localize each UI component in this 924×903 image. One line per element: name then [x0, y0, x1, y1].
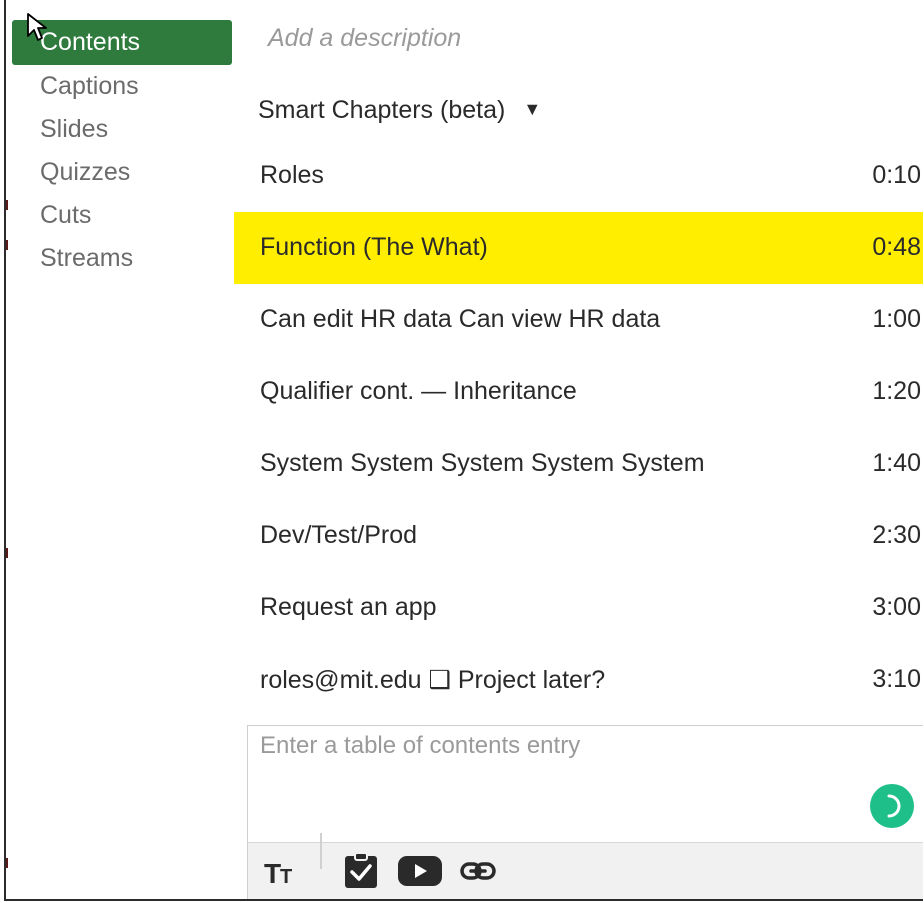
chapter-title: Function (The What): [260, 233, 488, 261]
chapter-time: 0:48: [872, 233, 921, 261]
sidebar-nav: Contents Captions Slides Quizzes Cuts St…: [12, 20, 232, 280]
chapter-time: 2:30: [872, 521, 921, 549]
smart-chapters-label: Smart Chapters (beta): [258, 96, 506, 124]
smart-chapters-dropdown[interactable]: Smart Chapters (beta) ▼: [258, 96, 541, 125]
left-marker: [6, 548, 8, 558]
sidebar-item-label: Streams: [40, 244, 134, 272]
chapter-list: Roles 0:10 Function (The What) 0:48 Can …: [234, 140, 923, 716]
sidebar-item-slides[interactable]: Slides: [12, 108, 232, 151]
sidebar-item-label: Slides: [40, 115, 109, 143]
sidebar-item-label: Captions: [40, 72, 139, 100]
svg-text:T: T: [264, 858, 281, 889]
chapter-time: 1:40: [872, 449, 921, 477]
sidebar-item-captions[interactable]: Captions: [12, 65, 232, 108]
sidebar-item-quizzes[interactable]: Quizzes: [12, 151, 232, 194]
link-icon[interactable]: [458, 853, 498, 889]
chapter-title: Qualifier cont. — Inheritance: [260, 377, 577, 405]
sidebar-item-streams[interactable]: Streams: [12, 237, 232, 280]
left-marker: [6, 858, 8, 868]
chapter-title: Request an app: [260, 593, 437, 621]
chapter-row[interactable]: Qualifier cont. — Inheritance 1:20: [234, 356, 923, 428]
chapter-row-selected[interactable]: Function (The What) 0:48: [234, 212, 923, 284]
description-field[interactable]: Add a description: [268, 24, 461, 53]
mouse-pointer-icon: [26, 12, 48, 47]
editor-toolbar: T T: [248, 833, 923, 899]
spinner-icon: [887, 794, 901, 818]
chapter-time: 0:10: [872, 161, 921, 189]
svg-text:T: T: [280, 866, 292, 888]
left-marker: [6, 240, 8, 250]
caret-down-icon: ▼: [523, 99, 542, 119]
chapter-row[interactable]: Can edit HR data Can view HR data 1:00: [234, 284, 923, 356]
submit-button[interactable]: [870, 784, 914, 828]
chapter-time: 1:20: [872, 377, 921, 405]
chapter-row[interactable]: Roles 0:10: [234, 140, 923, 212]
sidebar-item-cuts[interactable]: Cuts: [12, 194, 232, 237]
chapter-row[interactable]: System System System System System 1:40: [234, 428, 923, 500]
table-of-contents-panel: Contents Captions Slides Quizzes Cuts St…: [4, 0, 923, 901]
chapter-title: Roles: [260, 161, 324, 189]
checkbox-icon[interactable]: [342, 852, 380, 889]
chapter-time: 3:00: [872, 593, 921, 621]
toolbar-divider: [320, 833, 322, 869]
chapter-time: 3:10: [872, 665, 921, 693]
left-marker: [6, 200, 8, 210]
sidebar-item-label: Quizzes: [40, 158, 131, 186]
sidebar-item-label: Cuts: [40, 201, 92, 229]
toc-entry-editor: T T: [247, 725, 923, 899]
chapter-title: roles@mit.edu ❑ Project later?: [260, 666, 606, 694]
chapter-row[interactable]: Request an app 3:00: [234, 572, 923, 644]
chapter-title: Can edit HR data Can view HR data: [260, 305, 661, 333]
chapter-title: System System System System System: [260, 449, 705, 477]
chapter-title: Dev/Test/Prod: [260, 521, 418, 549]
chapter-time: 1:00: [872, 305, 921, 333]
sidebar-item-label: Contents: [40, 28, 141, 56]
chapter-row[interactable]: roles@mit.edu ❑ Project later? 3:10: [234, 644, 923, 716]
text-size-icon[interactable]: T T: [262, 853, 302, 889]
chapter-row[interactable]: Dev/Test/Prod 2:30: [234, 500, 923, 572]
toc-entry-input[interactable]: [248, 726, 923, 844]
video-icon[interactable]: [396, 853, 444, 889]
